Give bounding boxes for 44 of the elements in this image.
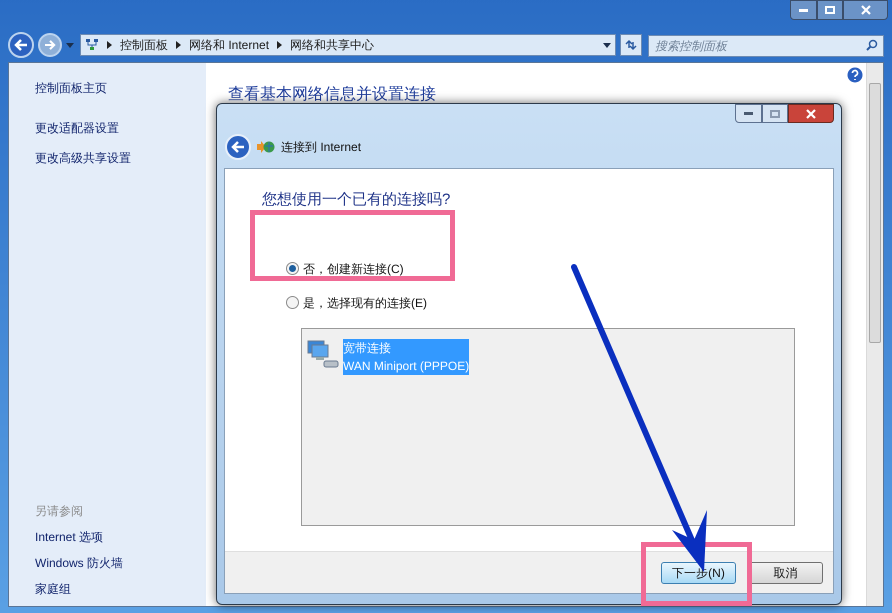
radio-button[interactable] xyxy=(286,296,299,309)
radio-button[interactable] xyxy=(286,262,299,275)
chevron-icon xyxy=(176,41,181,49)
computer-icon xyxy=(306,338,340,368)
dropdown-icon[interactable] xyxy=(603,42,611,48)
back-arrow-icon xyxy=(14,39,28,51)
page-title: 查看基本网络信息并设置连接 xyxy=(228,84,437,105)
network-icon xyxy=(85,38,99,52)
radio-label[interactable]: 是，选择现有的连接(E) xyxy=(303,294,427,312)
section-heading: 另请参阅 xyxy=(35,503,84,520)
maximize-button[interactable] xyxy=(817,0,843,20)
sidebar-link[interactable]: Windows 防火墙 xyxy=(35,554,180,572)
sidebar-link[interactable]: 更改适配器设置 xyxy=(35,119,180,137)
close-icon xyxy=(806,108,816,118)
breadcrumb-link[interactable]: 控制面板 xyxy=(120,36,168,54)
dialog-title: 连接到 Internet xyxy=(281,139,362,156)
minimize-button[interactable] xyxy=(735,104,762,123)
question-heading: 您想使用一个已有的连接吗? xyxy=(262,190,452,210)
minimize-button[interactable] xyxy=(790,0,817,20)
back-arrow-icon xyxy=(231,141,245,153)
sidebar-link[interactable]: 家庭组 xyxy=(35,580,180,598)
globe-icon xyxy=(257,140,275,154)
refresh-icon xyxy=(624,38,638,52)
close-button[interactable] xyxy=(788,104,834,123)
breadcrumb-link[interactable]: 网络和共享中心 xyxy=(290,36,374,54)
scrollbar[interactable] xyxy=(866,63,883,606)
radio-label[interactable]: 否，创建新连接(C) xyxy=(303,260,404,278)
maximize-button[interactable] xyxy=(762,104,788,123)
sidebar-link[interactable]: 更改高级共享设置 xyxy=(35,149,180,167)
search-field[interactable]: 搜索控制面板 xyxy=(648,35,884,57)
address-bar[interactable]: 控制面板 网络和 Internet 网络和共享中心 xyxy=(80,34,616,56)
breadcrumb-link[interactable]: 网络和 Internet xyxy=(189,36,270,54)
chevron-icon xyxy=(107,41,112,49)
chevron-icon xyxy=(277,41,282,49)
back-button[interactable] xyxy=(8,32,34,58)
close-button[interactable] xyxy=(843,0,888,20)
refresh-button[interactable] xyxy=(620,34,642,56)
sidebar-link[interactable]: 控制面板主页 xyxy=(35,79,180,97)
forward-button[interactable] xyxy=(38,33,62,57)
search-icon xyxy=(866,39,878,51)
help-icon[interactable] xyxy=(847,67,863,83)
sidebar-link[interactable]: Internet 选项 xyxy=(35,528,180,546)
forward-arrow-icon xyxy=(44,40,56,50)
close-icon xyxy=(860,5,870,15)
